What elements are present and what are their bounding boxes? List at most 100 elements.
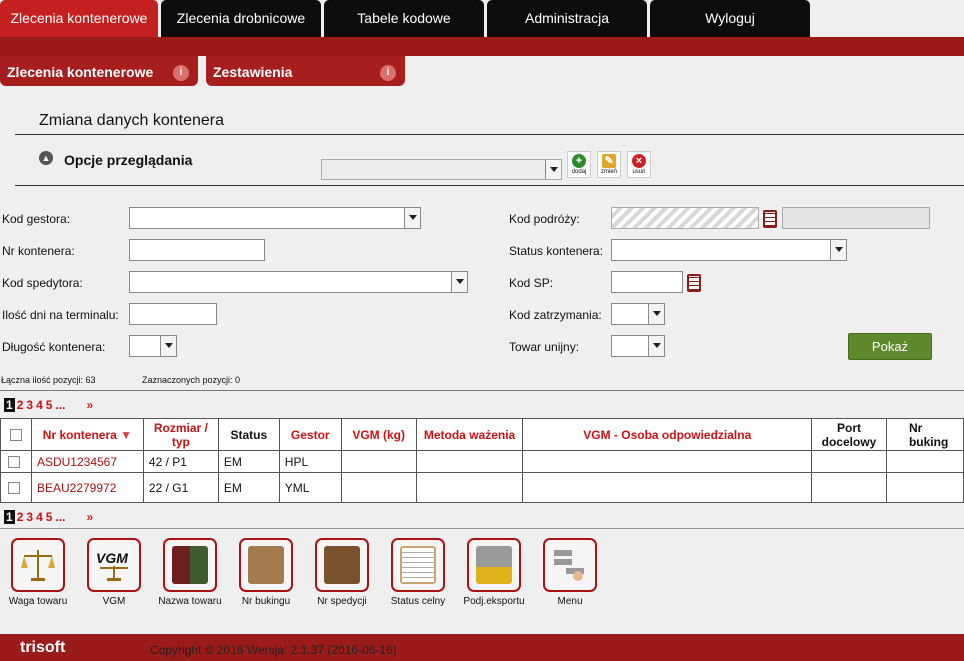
header-vgm[interactable]: VGM (kg) (340, 418, 417, 451)
tab-tabele-kodowe[interactable]: Tabele kodowe (324, 0, 484, 37)
header-label: Nr kontenera (42, 427, 117, 442)
chevron-down-icon (160, 336, 176, 356)
dlugosc-label: Długość kontenera: (2, 340, 106, 354)
towar-unijny-label: Towar unijny: (509, 340, 580, 354)
tab-zlecenia-drobnicowe[interactable]: Zlecenia drobnicowe (161, 0, 321, 37)
info-icon: i (173, 65, 189, 81)
tab-administracja[interactable]: Administracja (487, 0, 647, 37)
chevron-up-icon[interactable]: ▲ (39, 151, 53, 165)
booking-tool-button[interactable] (239, 538, 293, 592)
select-all-checkbox-cell[interactable] (0, 418, 32, 451)
checkbox[interactable] (9, 429, 22, 442)
kod-zatrzymania-select[interactable] (611, 303, 665, 325)
cell-status: EM (217, 450, 280, 473)
cell-vgm (340, 450, 417, 473)
view-options-select[interactable] (321, 159, 562, 180)
header-status[interactable]: Status (217, 418, 280, 451)
tab-wyloguj[interactable]: Wyloguj (650, 0, 810, 37)
edit-button[interactable]: ✎ zmień (597, 151, 621, 178)
cell-nr-kontenera[interactable]: BEAU2279972 (30, 472, 144, 503)
cell-status: EM (217, 472, 280, 503)
nr-kontenera-input[interactable] (129, 239, 265, 261)
header-metoda[interactable]: Metoda ważenia (415, 418, 524, 451)
add-button[interactable]: + dodaj (567, 151, 591, 178)
page-link[interactable]: ... (55, 398, 65, 412)
scale-tool-button[interactable] (11, 538, 65, 592)
trisoft-logo: trisoft (20, 639, 66, 656)
vgm-text: VGM (96, 550, 128, 566)
checkbox[interactable] (8, 482, 20, 495)
page-link[interactable]: 5 (46, 510, 53, 524)
show-button[interactable]: Pokaż (848, 333, 932, 360)
books-icon (172, 546, 208, 584)
cell-vgm-osoba (522, 450, 813, 473)
tab-zlecenia-kontenerowe[interactable]: Zlecenia kontenerowe (0, 0, 158, 37)
kod-podrozy-description (782, 207, 930, 229)
cell-vgm-osoba (522, 472, 813, 503)
header-nr-buking[interactable]: Nr buking (885, 418, 964, 451)
product-name-tool-button[interactable] (163, 538, 217, 592)
list-icon[interactable] (687, 274, 701, 292)
status-kontenera-select[interactable] (611, 239, 847, 261)
kod-sp-input[interactable] (611, 271, 683, 293)
page-current[interactable]: 1 (4, 398, 15, 412)
pencil-icon: ✎ (602, 154, 616, 168)
row-checkbox-cell[interactable] (0, 472, 32, 503)
list-icon[interactable] (763, 210, 777, 228)
add-label: dodaj (571, 169, 587, 175)
pager-bottom: 1 2 3 4 5... » (4, 510, 93, 524)
chevron-down-icon (404, 208, 420, 228)
divider (0, 528, 964, 529)
ilosc-dni-label: Ilość dni na terminalu: (2, 308, 119, 322)
customs-status-tool-button[interactable] (391, 538, 445, 592)
subtab-zestawienia[interactable]: Zestawienia i (206, 56, 405, 86)
page-link[interactable]: 4 (36, 510, 43, 524)
delete-label: usuń (632, 169, 646, 175)
kod-podrozy-label: Kod podróży: (509, 212, 580, 226)
divider (15, 185, 964, 186)
tool-label: Nr spedycji (317, 596, 367, 607)
page-link[interactable]: 4 (36, 398, 43, 412)
subtab-label: Zestawienia (213, 64, 293, 80)
sort-down-icon: ▼ (120, 427, 133, 442)
header-port[interactable]: Port docelowy (811, 418, 887, 451)
row-checkbox-cell[interactable] (0, 450, 32, 473)
divider (0, 390, 964, 391)
cell-gestor: YML (278, 472, 342, 503)
footer-bar (0, 634, 964, 661)
kod-spedytora-select[interactable] (129, 271, 468, 293)
delete-button[interactable]: × usuń (627, 151, 651, 178)
table-row[interactable]: ASDU1234567 42 / P1 EM HPL (0, 450, 964, 473)
next-page-icon[interactable]: » (86, 398, 93, 412)
cell-rozmiar: 22 / G1 (142, 472, 219, 503)
checkbox[interactable] (8, 456, 20, 469)
page-current[interactable]: 1 (4, 510, 15, 524)
header-gestor[interactable]: Gestor (278, 418, 342, 451)
next-page-icon[interactable]: » (86, 510, 93, 524)
vgm-scale-icon: VGM (96, 546, 132, 584)
page-link[interactable]: 3 (26, 398, 33, 412)
page-link[interactable]: ... (55, 510, 65, 524)
subtab-zlecenia-kontenerowe[interactable]: Zlecenia kontenerowe i (0, 56, 198, 86)
page-link[interactable]: 2 (17, 398, 24, 412)
export-tool-button[interactable] (467, 538, 521, 592)
header-rozmiar[interactable]: Rozmiar / typ (142, 418, 219, 451)
options-toggle-label[interactable]: Opcje przeglądania (64, 152, 192, 168)
kod-gestora-select[interactable] (129, 207, 421, 229)
menu-tool-button[interactable] (543, 538, 597, 592)
top-navigation: Zlecenia kontenerowe Zlecenia drobnicowe… (0, 0, 964, 37)
towar-unijny-select[interactable] (611, 335, 665, 357)
shipment-tool-button[interactable] (315, 538, 369, 592)
vgm-tool-button[interactable]: VGM (87, 538, 141, 592)
cell-nr-kontenera[interactable]: ASDU1234567 (30, 450, 144, 473)
page-link[interactable]: 3 (26, 510, 33, 524)
page-link[interactable]: 2 (17, 510, 24, 524)
table-row[interactable]: BEAU2279972 22 / G1 EM YML (0, 472, 964, 503)
page-link[interactable]: 5 (46, 398, 53, 412)
header-vgm-osoba[interactable]: VGM - Osoba odpowiedzialna (522, 418, 813, 451)
ilosc-dni-input[interactable] (129, 303, 217, 325)
divider (15, 134, 964, 135)
dlugosc-select[interactable] (129, 335, 177, 357)
header-nr-kontenera[interactable]: Nr kontenera ▼ (30, 418, 144, 451)
kod-zatrzymania-label: Kod zatrzymania: (509, 308, 602, 322)
